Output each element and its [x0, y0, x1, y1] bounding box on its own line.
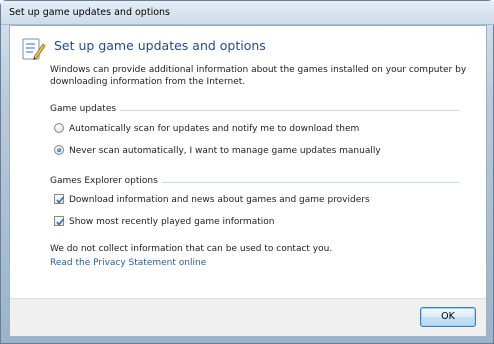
dialog-content: Set up game updates and options Windows … — [9, 25, 487, 337]
checkbox-recent-games[interactable]: Show most recently played game informati… — [54, 216, 274, 229]
checklist-pencil-icon — [20, 36, 46, 62]
game-updates-label: Game updates — [50, 104, 117, 114]
privacy-disclaimer: We do not collect information that can b… — [50, 244, 333, 254]
ok-button[interactable]: OK — [420, 307, 476, 327]
radio-unselected-icon[interactable] — [54, 123, 64, 133]
window-title: Set up game updates and options — [9, 7, 170, 18]
intro-text: Windows can provide additional informati… — [50, 65, 467, 87]
checkbox-recent-games-label[interactable]: Show most recently played game informati… — [69, 217, 274, 227]
privacy-statement-link[interactable]: Read the Privacy Statement online — [50, 258, 206, 268]
checkbox-download-info-label[interactable]: Download information and news about game… — [69, 195, 370, 205]
game-updates-divider — [120, 110, 460, 111]
dialog-footer: OK — [10, 298, 486, 336]
games-explorer-divider — [162, 182, 460, 183]
page-title: Set up game updates and options — [54, 38, 266, 53]
radio-auto-scan-label[interactable]: Automatically scan for updates and notif… — [69, 124, 359, 134]
dialog-window: Set up game updates and options Set up g… — [0, 0, 494, 344]
radio-auto-scan[interactable]: Automatically scan for updates and notif… — [54, 123, 359, 136]
radio-never-scan[interactable]: Never scan automatically, I want to mana… — [54, 145, 381, 158]
checkbox-checked-icon[interactable] — [54, 216, 65, 226]
radio-selected-icon[interactable] — [54, 145, 64, 155]
games-explorer-options-label: Games Explorer options — [50, 176, 158, 186]
radio-never-scan-label[interactable]: Never scan automatically, I want to mana… — [69, 146, 381, 156]
title-bar[interactable]: Set up game updates and options — [1, 1, 494, 25]
checkbox-download-info[interactable]: Download information and news about game… — [54, 194, 370, 207]
checkbox-checked-icon[interactable] — [54, 194, 65, 204]
